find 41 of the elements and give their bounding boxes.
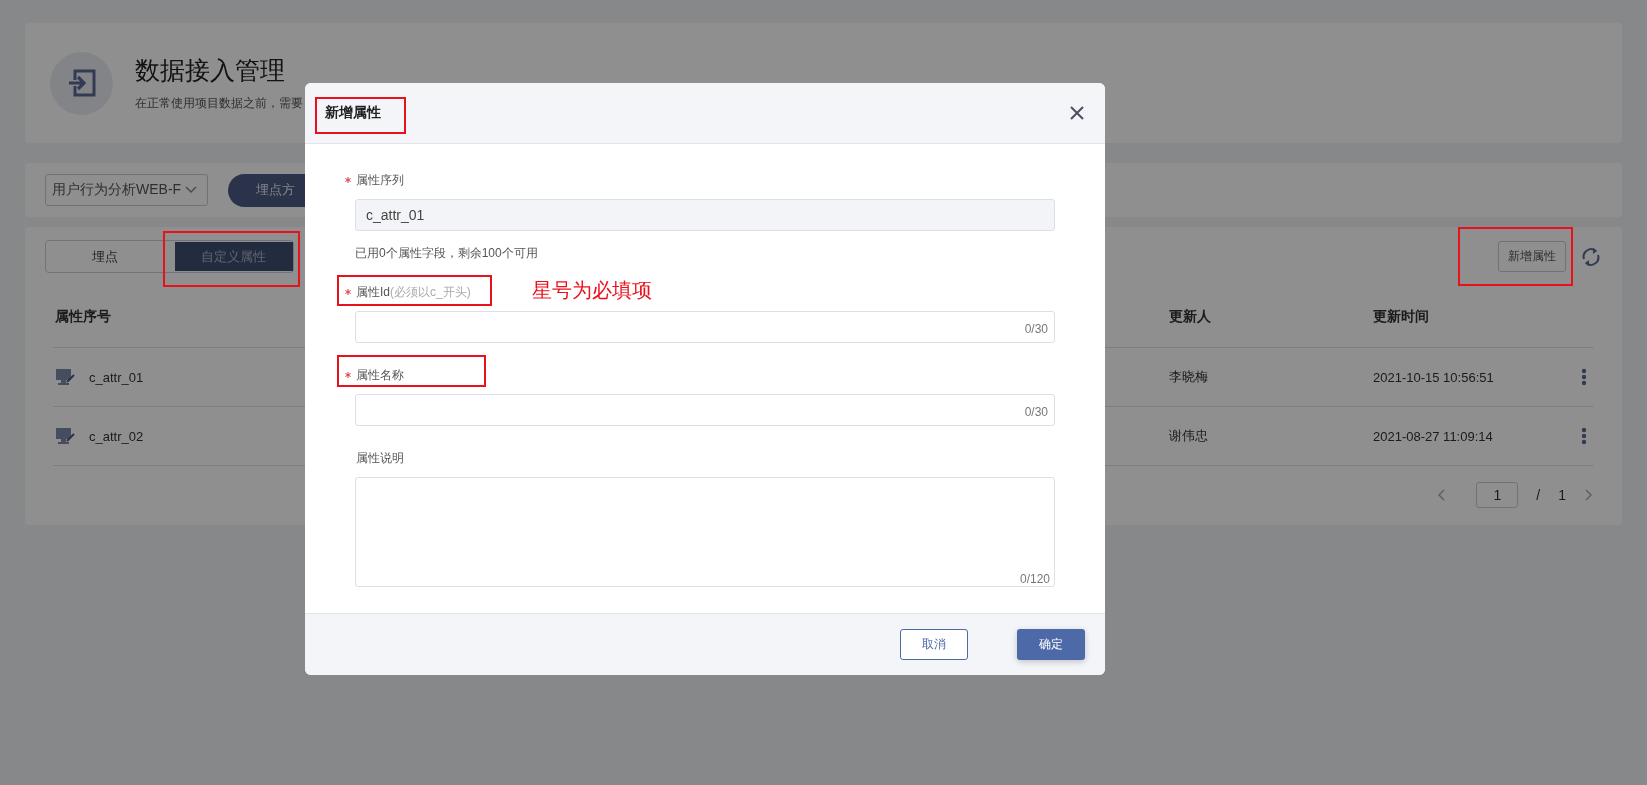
chevron-right-icon[interactable]	[1584, 489, 1592, 501]
chevron-left-icon[interactable]	[1438, 489, 1447, 501]
project-select[interactable]: 用户行为分析WEB-F	[45, 174, 208, 206]
field-label: 属性Id(必须以c_开头)	[356, 283, 471, 301]
textarea-field[interactable]: 0/120	[355, 477, 1055, 587]
field-label: 属性说明	[356, 449, 404, 467]
more-icon[interactable]	[1581, 368, 1587, 386]
column-header: 更新人	[1168, 308, 1211, 326]
monitor-icon	[55, 368, 75, 386]
page-input[interactable]: 1	[1476, 482, 1519, 508]
input-field[interactable]: 0/30	[355, 394, 1055, 426]
more-icon[interactable]	[1581, 427, 1587, 445]
table-cell: c_attr_02	[89, 428, 144, 444]
char-counter: 0/30	[1024, 322, 1048, 336]
char-counter: 0/30	[1024, 405, 1048, 419]
field-label: 属性名称	[356, 366, 404, 384]
page-separator: /	[1536, 487, 1541, 503]
add-attribute-button[interactable]: 新增属性	[1498, 241, 1566, 272]
monitor-icon	[55, 427, 75, 445]
field-label: 属性序列	[356, 171, 404, 189]
confirm-button[interactable]: 确定	[1017, 629, 1085, 660]
cancel-button[interactable]: 取消	[900, 629, 968, 660]
table-cell-text: 李晓梅	[1168, 368, 1208, 386]
annotation-text: 星号为必填项	[532, 278, 652, 303]
table-cell: c_attr_01	[89, 369, 144, 385]
page-subtitle: 在正常使用项目数据之前，需要	[135, 95, 303, 112]
table-cell-text: 2021-10-15 10:56:51	[1372, 369, 1494, 385]
column-header: 属性序号	[54, 308, 111, 326]
page-total: 1	[1558, 487, 1566, 503]
dialog-title: 新增属性	[325, 104, 381, 122]
table-cell-text: 2021-08-27 11:09:14	[1372, 428, 1493, 444]
close-icon[interactable]	[1069, 105, 1085, 121]
tab[interactable]: 埋点	[46, 241, 165, 272]
column-header: 更新时间	[1372, 308, 1429, 326]
chevron-down-icon	[185, 186, 197, 194]
table-cell-text: 谢伟忠	[1168, 427, 1208, 445]
help-text: 已用0个属性字段，剩余100个可用	[355, 245, 539, 262]
char-counter: 0/120	[1019, 572, 1050, 586]
refresh-icon[interactable]	[1580, 245, 1602, 268]
input-field[interactable]: 0/30	[355, 311, 1055, 343]
page-title: 数据接入管理	[135, 55, 286, 86]
